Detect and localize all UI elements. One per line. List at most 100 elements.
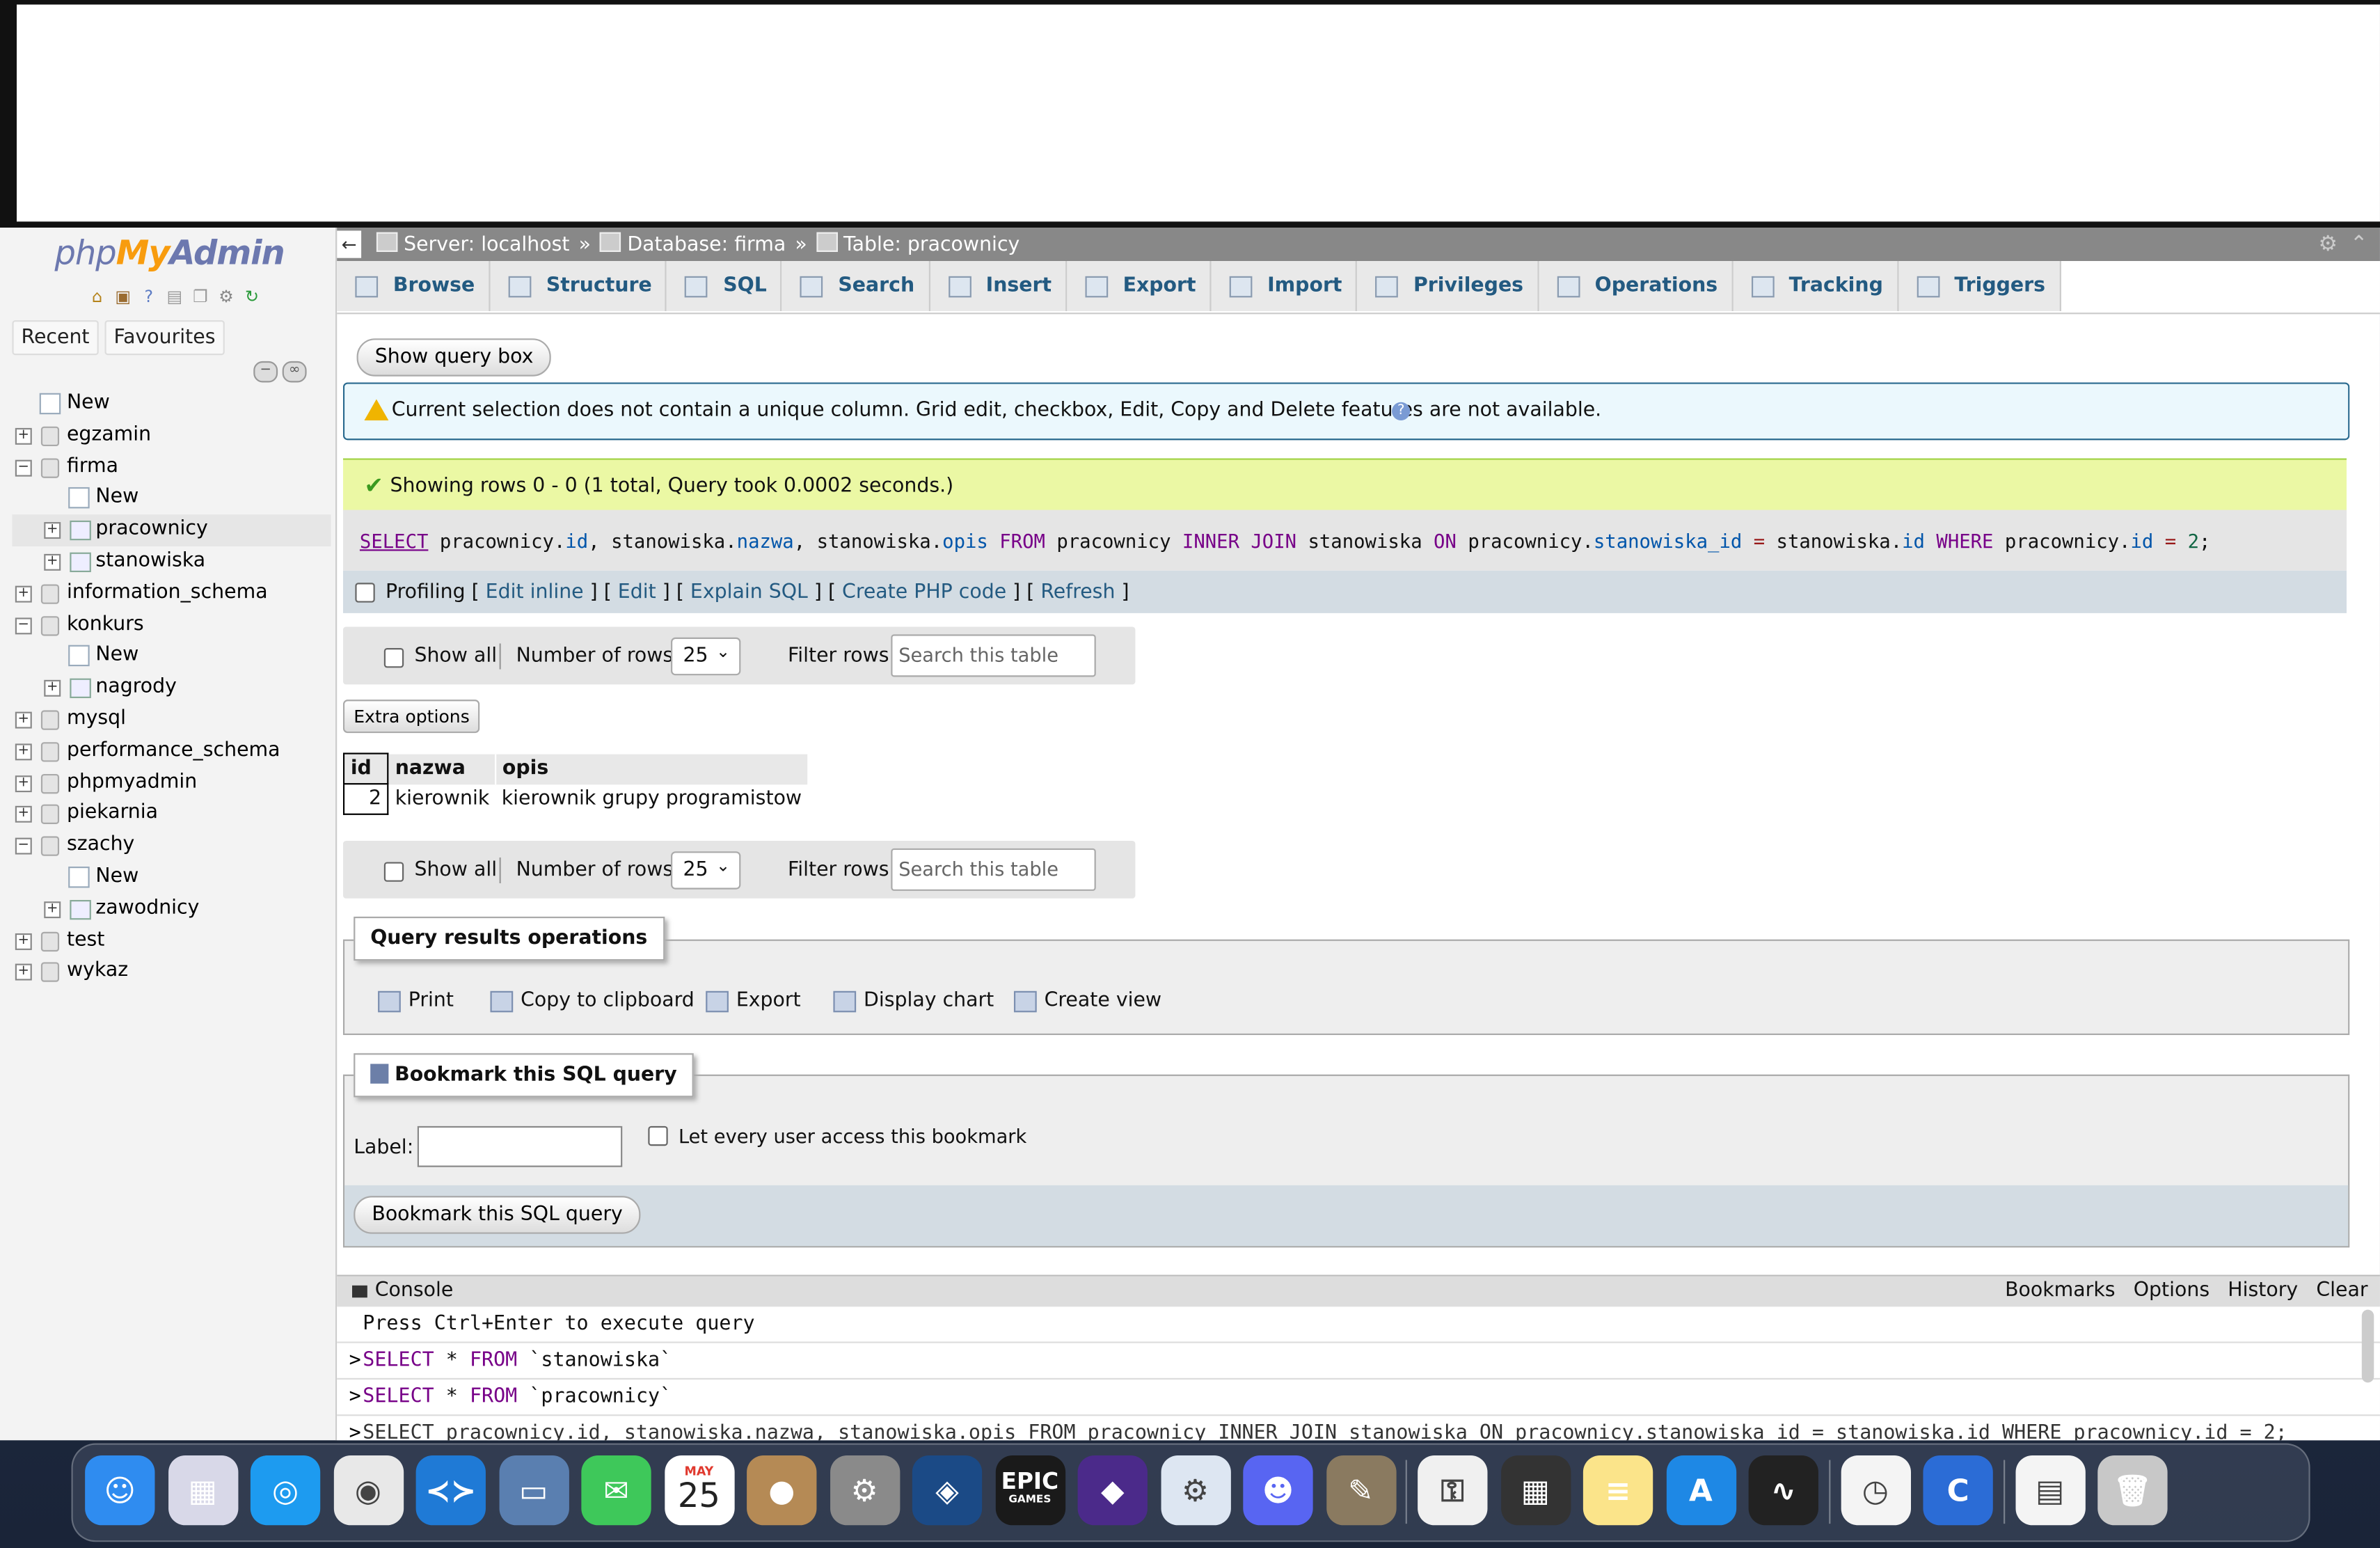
every-user-checkbox[interactable] — [648, 1126, 668, 1146]
system-settings-icon[interactable]: ⚙ — [829, 1455, 900, 1526]
contacts-icon[interactable]: ● — [747, 1455, 817, 1526]
keychain-icon[interactable]: ⚿ — [1418, 1455, 1488, 1526]
edit-inline-link[interactable]: Edit inline — [486, 581, 584, 604]
tree-new-item[interactable]: New — [12, 483, 331, 514]
show-all-checkbox[interactable] — [383, 862, 404, 882]
console-history-item[interactable]: > SELECT * FROM `pracownicy` — [337, 1380, 2380, 1416]
tab-operations[interactable]: Operations — [1538, 261, 1733, 311]
expand-icon[interactable]: + — [44, 522, 61, 539]
tab-triggers[interactable]: Triggers — [1898, 261, 2061, 311]
tree-new-item[interactable]: New — [12, 641, 331, 672]
tab-insert[interactable]: Insert — [929, 261, 1067, 311]
number-of-rows-select[interactable]: 25 ⌄ — [671, 851, 741, 890]
tree-database-mysql[interactable]: + mysql — [12, 704, 331, 736]
gimp-icon[interactable]: ✎ — [1326, 1455, 1396, 1526]
profiling-checkbox[interactable] — [355, 583, 375, 603]
tab-structure[interactable]: Structure — [490, 261, 667, 311]
steam-icon[interactable]: ◈ — [912, 1455, 983, 1526]
tab-search[interactable]: Search — [782, 261, 930, 311]
create-view-button[interactable]: Create view — [1013, 990, 1161, 1012]
tree-database-wykaz[interactable]: + wykaz — [12, 956, 331, 988]
create-php-code-link[interactable]: Create PHP code — [842, 581, 1006, 604]
console-history-item[interactable]: > SELECT * FROM `stanowiska` — [337, 1343, 2380, 1380]
tree-database-firma[interactable]: − firma — [12, 452, 331, 483]
bookmark-sql-button[interactable]: Bookmark this SQL query — [354, 1196, 641, 1234]
safari-icon[interactable]: ◎ — [250, 1455, 321, 1526]
tab-tracking[interactable]: Tracking — [1732, 261, 1898, 311]
collapse-icon[interactable]: − — [15, 837, 32, 855]
expand-icon[interactable]: + — [15, 806, 32, 823]
tree-database-phpmyadmin[interactable]: + phpmyadmin — [12, 767, 331, 798]
utility-icon[interactable]: ⚙ — [1160, 1455, 1230, 1526]
number-of-rows-select[interactable]: 25 ⌄ — [671, 637, 741, 676]
tab-sql[interactable]: SQL — [667, 261, 782, 311]
tree-new-item[interactable]: New — [12, 388, 331, 420]
expand-icon[interactable]: + — [15, 585, 32, 603]
expand-icon[interactable]: + — [15, 964, 32, 981]
console-history-button[interactable]: History — [2228, 1279, 2298, 1302]
app-store-icon[interactable]: A — [1665, 1455, 1736, 1526]
tree-database-test[interactable]: + test — [12, 925, 331, 956]
tab-privileges[interactable]: Privileges — [1357, 261, 1539, 311]
sql-code[interactable]: SELECT pracownicy.id, stanowiska.nazwa, … — [360, 530, 2211, 553]
preview-icon[interactable]: ▭ — [498, 1455, 569, 1526]
display-chart-button[interactable]: Display chart — [833, 990, 994, 1012]
copy-icon[interactable]: ❐ — [190, 285, 212, 307]
calculator-icon[interactable]: ▦ — [1500, 1455, 1571, 1526]
tab-export[interactable]: Export — [1066, 261, 1212, 311]
expand-icon[interactable]: + — [44, 901, 61, 918]
messages-icon[interactable]: ✉ — [581, 1455, 651, 1526]
settings-icon[interactable]: ⚙ — [216, 285, 237, 307]
expand-icon[interactable]: + — [15, 711, 32, 729]
copy-to-clipboard-button[interactable]: Copy to clipboard — [490, 990, 695, 1012]
show-all-checkbox[interactable] — [383, 648, 404, 668]
tree-table-nagrody[interactable]: + nagrody — [12, 672, 331, 704]
show-query-box-button[interactable]: Show query box — [356, 338, 552, 377]
console-history-item[interactable]: > SELECT pracownicy.id, stanowiska.nazwa,… — [337, 1416, 2380, 1440]
tab-browse[interactable]: Browse — [337, 261, 491, 311]
console-clear-button[interactable]: Clear — [2316, 1279, 2367, 1302]
tab-import[interactable]: Import — [1211, 261, 1358, 311]
expand-icon[interactable]: + — [15, 775, 32, 792]
collapse-icon[interactable]: ⌃ — [2350, 232, 2368, 257]
page-settings-icon[interactable]: ⚙ — [2318, 232, 2337, 257]
home-icon[interactable]: ⌂ — [86, 285, 108, 307]
tree-database-piekarnia[interactable]: + piekarnia — [12, 799, 331, 830]
reload-icon[interactable]: ↻ — [241, 285, 263, 307]
notes-icon[interactable]: ≡ — [1582, 1455, 1653, 1526]
tab-recent[interactable]: Recent — [12, 320, 99, 356]
export-button[interactable]: Export — [706, 990, 801, 1012]
help-icon[interactable]: ? — [1392, 402, 1411, 420]
expand-icon[interactable]: + — [15, 743, 32, 760]
column-header-nazwa[interactable]: nazwa — [388, 753, 497, 784]
help-icon[interactable]: ? — [138, 285, 159, 307]
tree-database-egzamin[interactable]: + egzamin — [12, 420, 331, 452]
chrome-icon[interactable]: ◉ — [333, 1455, 404, 1526]
vscode-icon[interactable]: ≺≻ — [415, 1455, 486, 1526]
crumb-table[interactable]: Table: pracownicy — [816, 232, 1020, 256]
edit-link[interactable]: Edit — [618, 581, 656, 604]
obsidian-icon[interactable]: ◆ — [1077, 1455, 1148, 1526]
crumb-database[interactable]: Database: firma — [600, 232, 786, 256]
print-button[interactable]: Print — [378, 990, 454, 1012]
collapse-icon[interactable]: − — [15, 459, 32, 476]
launchpad-icon[interactable]: ▦ — [168, 1455, 238, 1526]
epic-games-icon[interactable]: EPIC GAMES — [994, 1455, 1065, 1526]
tree-table-stanowiska[interactable]: + stanowiska — [12, 546, 331, 578]
clock-icon[interactable]: ◷ — [1840, 1455, 1910, 1526]
expand-icon[interactable]: + — [15, 427, 32, 445]
crumb-server[interactable]: Server: localhost — [376, 232, 570, 256]
c-app-icon[interactable]: C — [1923, 1455, 1993, 1526]
docs-icon[interactable]: ▤ — [164, 285, 186, 307]
trash-icon[interactable]: 🗑 — [2097, 1455, 2168, 1526]
refresh-link[interactable]: Refresh — [1040, 581, 1115, 604]
expand-icon[interactable]: + — [15, 932, 32, 949]
logout-icon[interactable]: ▣ — [112, 285, 134, 307]
console-scrollbar[interactable] — [2361, 1309, 2374, 1383]
document-icon[interactable]: ▤ — [2015, 1455, 2085, 1526]
filter-rows-input[interactable]: Search this table — [891, 634, 1096, 677]
expand-icon[interactable]: + — [44, 553, 61, 571]
collapse-all-icon[interactable]: − — [253, 361, 278, 383]
calendar-icon[interactable]: MAY 25 — [664, 1455, 734, 1526]
phpmyadmin-logo[interactable]: phpMyAdmin — [55, 235, 285, 274]
